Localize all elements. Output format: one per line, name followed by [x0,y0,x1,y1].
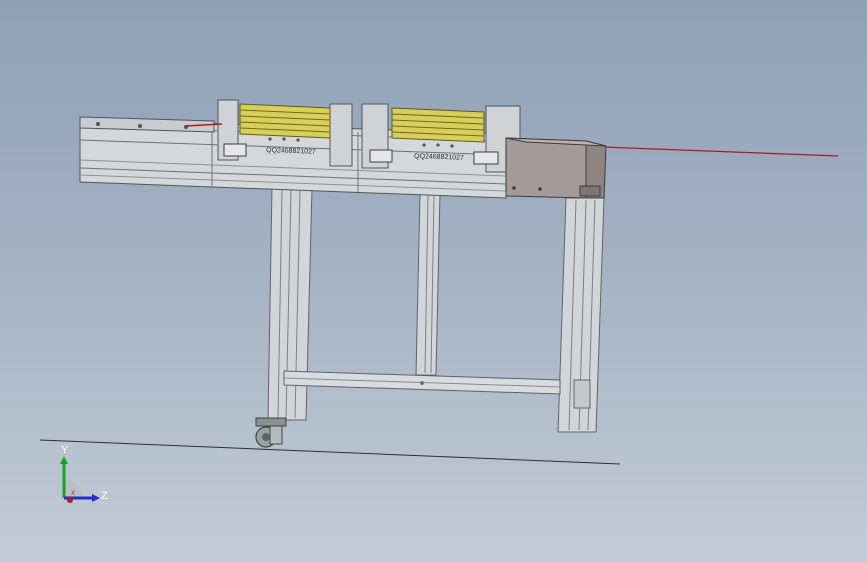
ground-plane-line [39,439,621,465]
triad-label-z: Z [101,490,108,502]
triad-label-x: X [71,491,75,497]
view-triad[interactable]: Y Z X [40,440,120,520]
middle-leg[interactable] [415,192,441,376]
right-leg[interactable] [557,197,605,433]
rail-bundle-left [239,103,331,139]
triad-z-arrow [92,494,100,502]
triad-y-arrow [60,456,68,464]
cad-viewport[interactable]: QQ2468821027 QQ2468821027 [0,0,867,562]
triad-x-axis [67,497,73,503]
motor-housing[interactable] [505,137,607,199]
triad-label-y: Y [61,444,69,456]
rail-bundle-right [391,107,485,143]
caster-wheel[interactable] [255,417,287,448]
